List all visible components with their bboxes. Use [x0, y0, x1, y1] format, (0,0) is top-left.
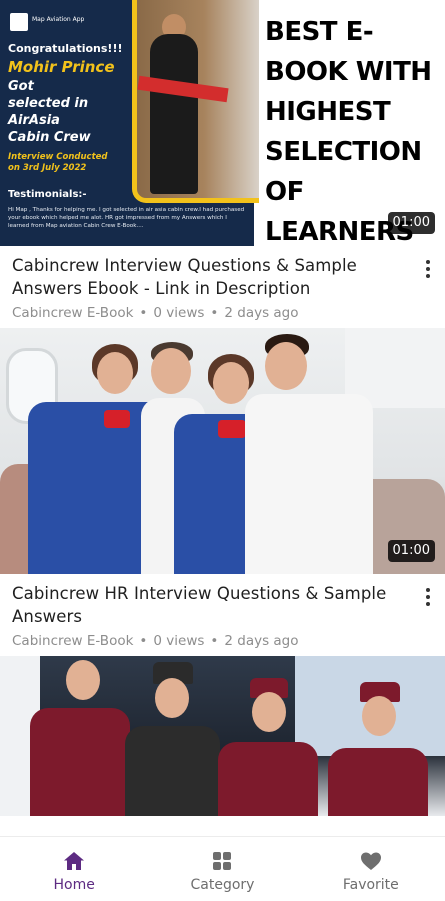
crew-member — [30, 656, 130, 816]
category-icon — [213, 852, 232, 870]
video-subline: Cabincrew E-Book • 0 views • 2 days ago — [12, 305, 405, 321]
thumbnail-testimonials-heading: Testimonials:- — [8, 189, 87, 200]
home-icon — [64, 852, 85, 870]
person-figure — [150, 34, 198, 194]
crew-member — [218, 656, 318, 816]
nav-favorite[interactable]: Favorite — [297, 837, 445, 901]
nav-home[interactable]: Home — [0, 837, 148, 901]
view-count: 0 views — [153, 305, 205, 321]
video-card[interactable]: 01:00 Cabincrew HR Interview Questions &… — [0, 328, 445, 656]
nav-category[interactable]: Category — [148, 837, 296, 901]
channel-name[interactable]: Cabincrew E-Book — [12, 305, 133, 321]
video-title[interactable]: Cabincrew Interview Questions & Sample A… — [12, 254, 405, 300]
video-title[interactable]: Cabincrew HR Interview Questions & Sampl… — [12, 582, 405, 628]
thumbnail-headline: BEST E-BOOK WITH HIGHEST SELECTION OF LE… — [265, 17, 432, 246]
separator-dot: • — [139, 633, 148, 649]
channel-name[interactable]: Cabincrew E-Book — [12, 633, 133, 649]
crew-member — [125, 656, 220, 816]
thumbnail-name: Mohir Prince — [8, 58, 115, 76]
nav-label: Home — [53, 877, 95, 893]
video-thumbnail[interactable]: 01:00 — [0, 328, 445, 574]
upload-age: 2 days ago — [224, 633, 299, 649]
upload-age: 2 days ago — [224, 305, 299, 321]
video-card[interactable] — [0, 656, 445, 816]
separator-dot: • — [210, 633, 219, 649]
crew-member — [328, 656, 428, 816]
more-options-icon[interactable] — [423, 258, 433, 280]
separator-dot: • — [139, 305, 148, 321]
thumbnail-logo-text: Map Aviation App — [32, 16, 85, 23]
heart-icon — [360, 852, 381, 870]
view-count: 0 views — [153, 633, 205, 649]
more-options-icon[interactable] — [423, 586, 433, 608]
thumbnail-selected-text: Got selected in AirAsia Cabin Crew — [8, 79, 91, 145]
video-feed[interactable]: Map Aviation App Congratulations!!! Mohi… — [0, 0, 445, 836]
duration-badge: 01:00 — [387, 212, 435, 234]
video-card[interactable]: Map Aviation App Congratulations!!! Mohi… — [0, 0, 445, 328]
video-thumbnail[interactable]: Map Aviation App Congratulations!!! Mohi… — [0, 0, 445, 246]
separator-dot: • — [210, 305, 219, 321]
nav-label: Favorite — [342, 877, 399, 893]
bottom-navigation: Home Category Favorite — [0, 836, 445, 901]
thumbnail-congrats: Congratulations!!! — [8, 42, 123, 55]
video-thumbnail[interactable] — [0, 656, 445, 816]
nav-label: Category — [190, 877, 255, 893]
video-subline: Cabincrew E-Book • 0 views • 2 days ago — [12, 633, 405, 649]
app-logo-icon — [10, 13, 28, 31]
crew-member — [245, 334, 375, 574]
thumbnail-testimonials-body: Hi Map , Thanks for helping me. I got se… — [8, 207, 245, 229]
duration-badge: 01:00 — [387, 540, 435, 562]
video-meta[interactable]: Cabincrew HR Interview Questions & Sampl… — [0, 574, 445, 656]
thumbnail-interview-date: Interview Conducted on 3rd July 2022 — [8, 152, 108, 173]
video-meta[interactable]: Cabincrew Interview Questions & Sample A… — [0, 246, 445, 328]
